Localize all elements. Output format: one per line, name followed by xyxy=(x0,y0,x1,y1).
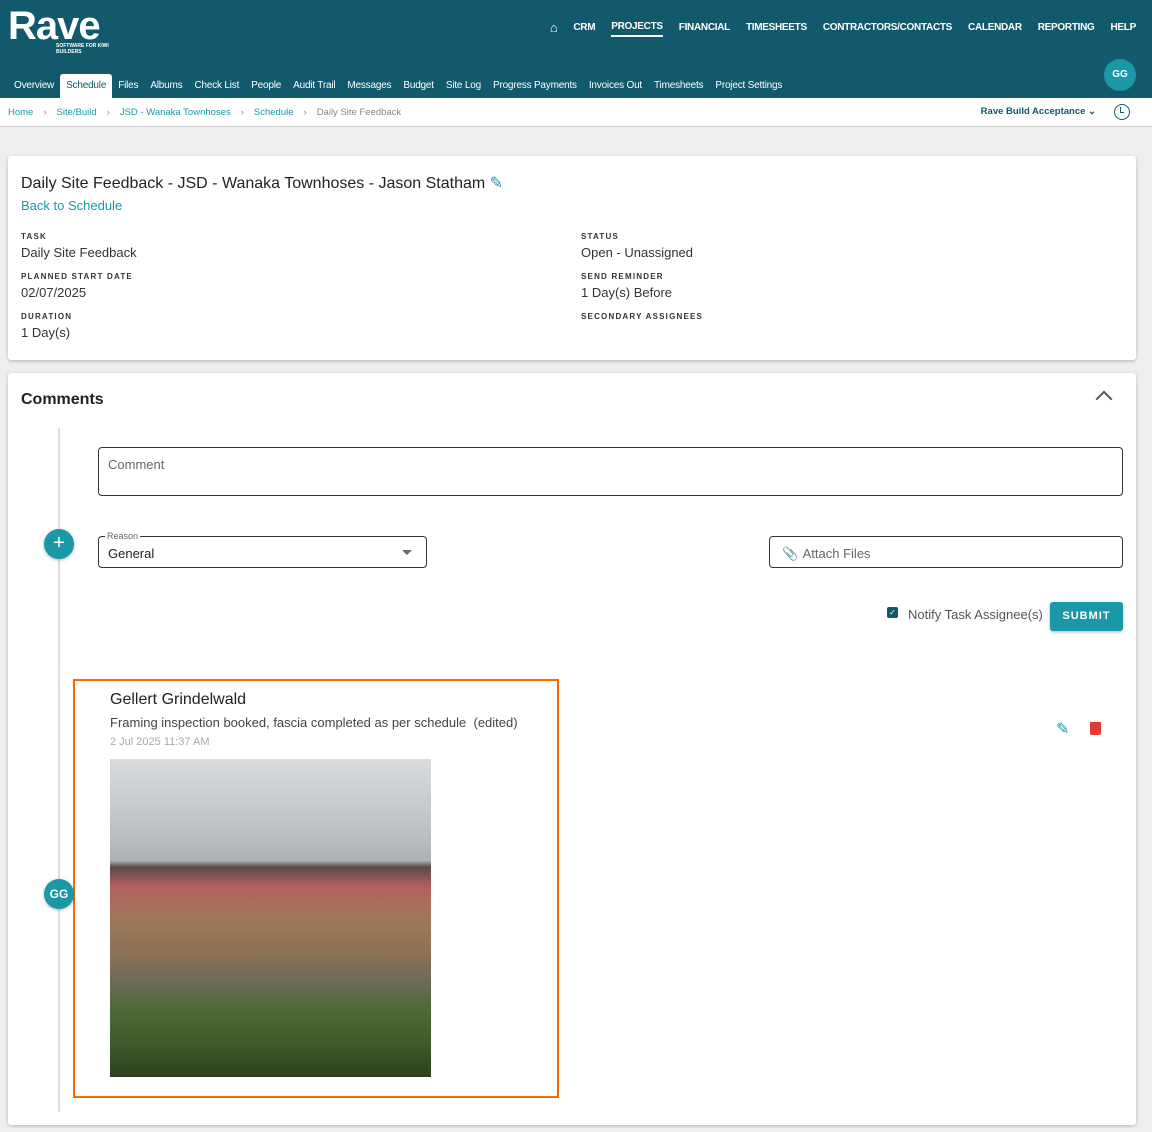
tab-check-list[interactable]: Check List xyxy=(188,74,245,98)
task-label: TASK xyxy=(21,232,47,241)
crumb-site-build[interactable]: Site/Build xyxy=(57,107,97,118)
collapse-chevron-icon[interactable] xyxy=(1095,390,1113,408)
tab-budget[interactable]: Budget xyxy=(397,74,440,98)
project-select-label: Rave Build Acceptance xyxy=(980,106,1086,117)
comments-title: Comments xyxy=(21,391,104,408)
tab-timesheets[interactable]: Timesheets xyxy=(648,74,709,98)
tab-invoices-out[interactable]: Invoices Out xyxy=(583,74,648,98)
dropdown-arrow-icon xyxy=(402,550,412,555)
crumb-project[interactable]: JSD - Wanaka Townhoses xyxy=(120,107,231,118)
secondary-assignees-label: SECONDARY ASSIGNEES xyxy=(581,312,704,321)
tab-overview[interactable]: Overview xyxy=(8,74,60,98)
page-title: Daily Site Feedback - JSD - Wanaka Townh… xyxy=(21,175,504,192)
crumb-schedule[interactable]: Schedule xyxy=(254,107,294,118)
status-value: Open - Unassigned xyxy=(581,245,694,260)
start-date-value: 02/07/2025 xyxy=(21,285,87,300)
start-date-label: PLANNED START DATE xyxy=(21,272,133,281)
home-icon[interactable]: ⌂ xyxy=(550,20,558,38)
attach-files-label: Attach Files xyxy=(802,546,871,561)
comment-timestamp: 2 Jul 2025 11:37 AM xyxy=(110,736,210,748)
reason-label: Reason xyxy=(105,531,141,541)
breadcrumb-bar: Home › Site/Build › JSD - Wanaka Townhoses… xyxy=(0,98,1152,127)
tab-albums[interactable]: Albums xyxy=(144,74,188,98)
tab-schedule[interactable]: Schedule xyxy=(60,74,113,98)
comment-placeholder: Comment xyxy=(108,457,165,472)
notify-checkbox[interactable]: ✓ xyxy=(887,607,898,618)
main-nav: ⌂ CRM PROJECTS FINANCIAL TIMESHEETS CONT… xyxy=(550,20,1136,38)
tab-progress-payments[interactable]: Progress Payments xyxy=(487,74,583,98)
logo-tagline: SOFTWARE FOR KIWI BUILDERS xyxy=(56,43,109,55)
notify-label: Notify Task Assignee(s) xyxy=(908,607,1043,622)
breadcrumb: Home › Site/Build › JSD - Wanaka Townhoses… xyxy=(8,107,402,118)
status-label: STATUS xyxy=(581,232,620,241)
comment-photo-attachment[interactable] xyxy=(110,759,431,1077)
comment-author-avatar: GG xyxy=(44,879,74,909)
nav-calendar[interactable]: CALENDAR xyxy=(968,22,1022,36)
submit-button[interactable]: SUBMIT xyxy=(1050,602,1123,631)
tab-people[interactable]: People xyxy=(245,74,287,98)
chevron-down-icon: ⌄ xyxy=(1088,106,1096,117)
crumb-current: Daily Site Feedback xyxy=(316,107,402,118)
tab-project-settings[interactable]: Project Settings xyxy=(709,74,788,98)
tab-site-log[interactable]: Site Log xyxy=(440,74,487,98)
nav-financial[interactable]: FINANCIAL xyxy=(679,22,730,36)
nav-crm[interactable]: CRM xyxy=(573,22,595,36)
paperclip-icon: 📎 xyxy=(782,546,799,561)
duration-label: DURATION xyxy=(21,312,73,321)
project-select[interactable]: Rave Build Acceptance ⌄ xyxy=(981,106,1096,117)
tab-messages[interactable]: Messages xyxy=(341,74,397,98)
task-details-card: Daily Site Feedback - JSD - Wanaka Townh… xyxy=(8,156,1136,360)
nav-reporting[interactable]: REPORTING xyxy=(1038,22,1095,36)
reminder-label: SEND REMINDER xyxy=(581,272,664,281)
project-tabs: Overview Schedule Files Albums Check Lis… xyxy=(8,74,788,98)
edit-comment-pencil-icon[interactable]: ✎ xyxy=(1056,719,1069,739)
comment-author: Gellert Grindelwald xyxy=(110,691,247,708)
delete-comment-trash-icon[interactable] xyxy=(1090,722,1101,735)
attach-files-input[interactable]: 📎 Attach Files xyxy=(769,536,1123,568)
reason-value: General xyxy=(108,546,155,561)
nav-help[interactable]: HELP xyxy=(1111,22,1137,36)
tab-files[interactable]: Files xyxy=(112,74,144,98)
history-clock-icon[interactable] xyxy=(1114,104,1130,120)
back-to-schedule-link[interactable]: Back to Schedule xyxy=(21,198,122,213)
duration-value: 1 Day(s) xyxy=(21,325,71,340)
reason-select[interactable]: Reason General xyxy=(98,531,427,568)
comment-text: Framing inspection booked, fascia comple… xyxy=(110,715,518,730)
nav-timesheets[interactable]: TIMESHEETS xyxy=(746,22,807,36)
user-avatar[interactable]: GG xyxy=(1104,59,1136,91)
comment-input[interactable]: Comment xyxy=(98,447,1123,496)
nav-contractors[interactable]: CONTRACTORS/CONTACTS xyxy=(823,22,952,36)
tab-audit-trail[interactable]: Audit Trail xyxy=(287,74,341,98)
reminder-value: 1 Day(s) Before xyxy=(581,285,673,300)
comment-body: Framing inspection booked, fascia comple… xyxy=(110,715,467,730)
top-header: Rave SOFTWARE FOR KIWI BUILDERS ⌂ CRM PR… xyxy=(0,0,1152,98)
edited-tag: (edited) xyxy=(473,715,518,730)
add-comment-plus-icon[interactable]: + xyxy=(44,529,74,559)
nav-projects[interactable]: PROJECTS xyxy=(611,21,663,37)
task-value: Daily Site Feedback xyxy=(21,245,137,260)
crumb-home[interactable]: Home xyxy=(8,107,33,118)
edit-pencil-icon[interactable]: ✎ xyxy=(490,175,503,192)
